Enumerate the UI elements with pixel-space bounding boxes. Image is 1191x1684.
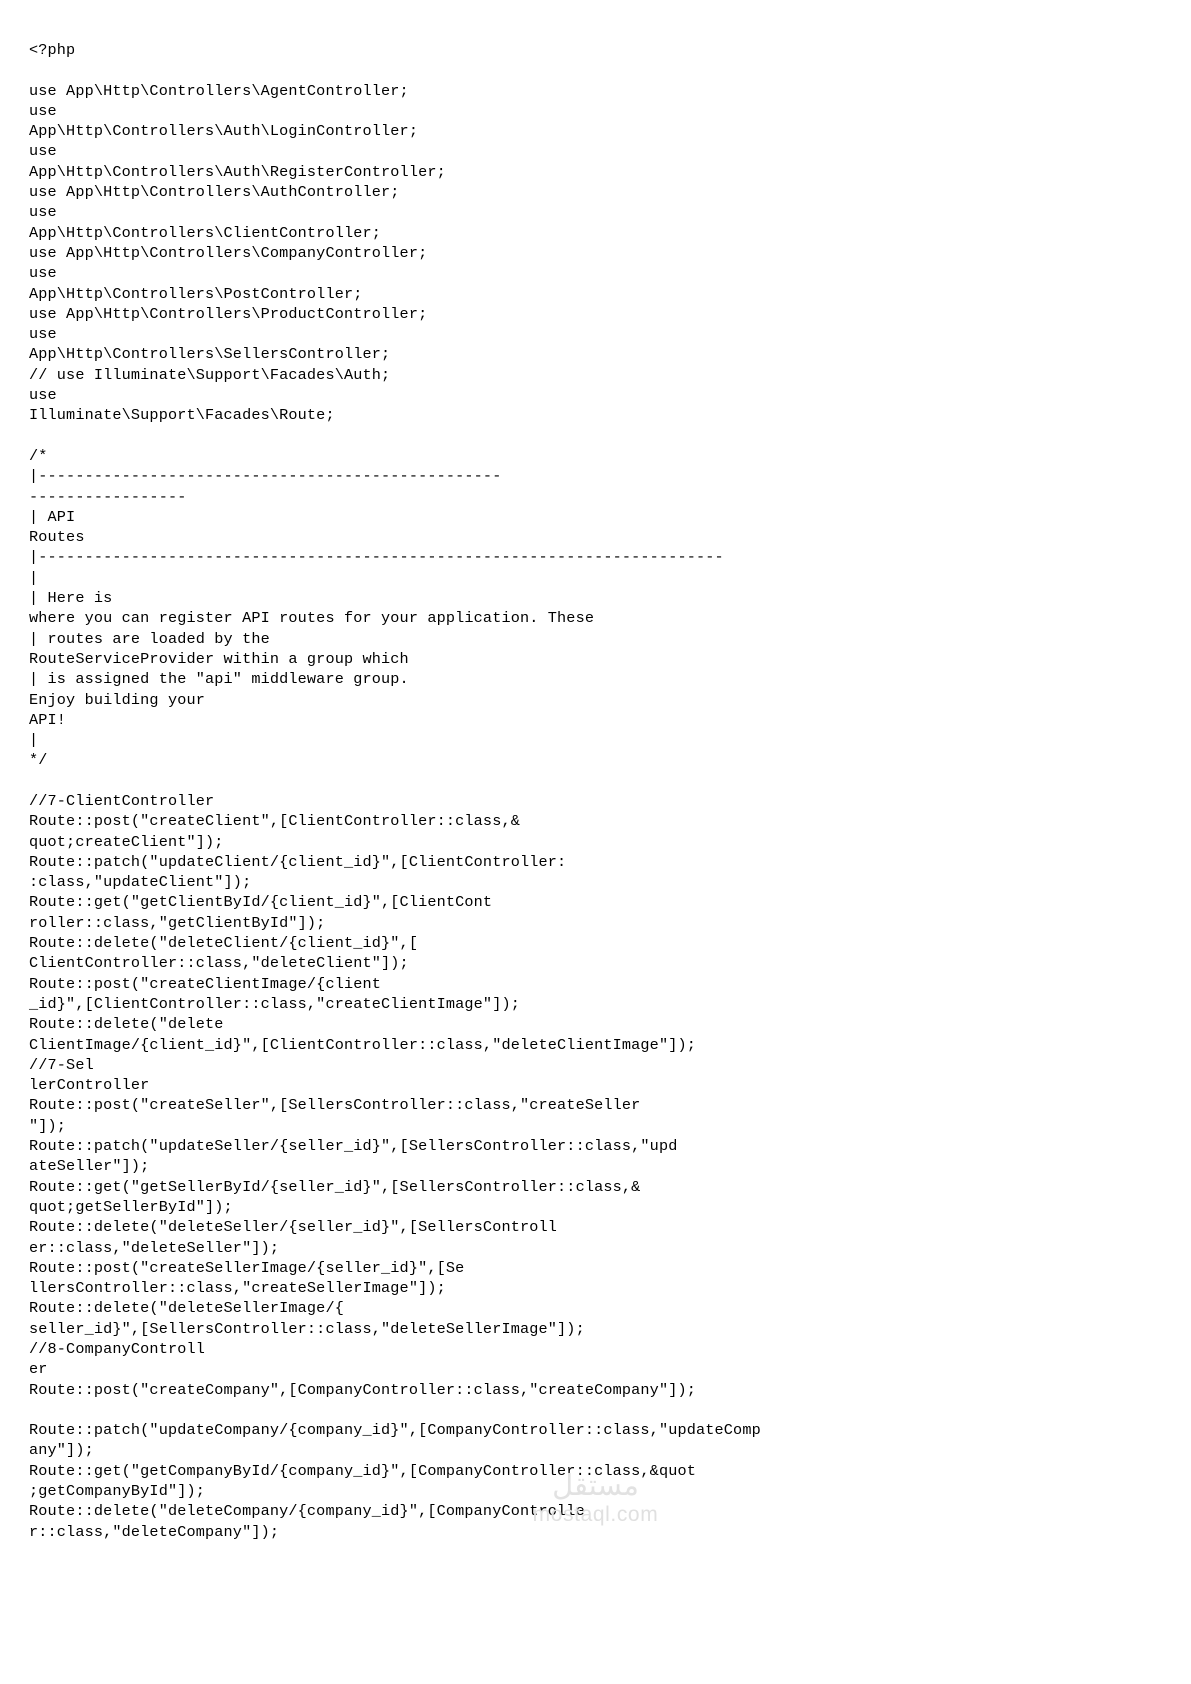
- code-line: Route::post("createClientImage/{client: [29, 974, 382, 993]
- code-line: | Here is: [29, 589, 113, 608]
- code-line: //8-CompanyControll: [29, 1340, 206, 1358]
- code-line: Route::get("getClientById/{client_id}",[…: [29, 893, 493, 912]
- code-line: | routes are loaded by the: [29, 629, 270, 648]
- code-line: Route::delete("deleteSellerImage/{: [29, 1299, 344, 1318]
- code-line: ateSeller"]);: [29, 1157, 150, 1176]
- code-line: Route::get("getCompanyById/{company_id}"…: [29, 1461, 697, 1480]
- code-line: Route::patch("updateSeller/{seller_id}",…: [29, 1137, 678, 1156]
- code-line: use App\Http\Controllers\AuthController;: [29, 183, 400, 202]
- code-line: Route::post("createSeller",[SellersContr…: [29, 1096, 641, 1115]
- code-line: Route::delete("delete: [29, 1015, 224, 1034]
- code-line: ;getCompanyById"]);: [29, 1482, 206, 1501]
- code-line: use App\Http\Controllers\CompanyControll…: [29, 243, 428, 262]
- code-line: <?php: [29, 41, 76, 59]
- code-line: Route::get("getSellerById/{seller_id}",[…: [29, 1177, 641, 1196]
- code-listing: <?php use App\Http\Controllers\AgentContr…: [29, 40, 1139, 1542]
- code-line: App\Http\Controllers\ClientController;: [29, 223, 382, 242]
- code-line: quot;createClient"]);: [29, 832, 224, 851]
- code-line: _id}",[ClientController::class,"createCl…: [29, 994, 520, 1013]
- code-line: use: [29, 203, 57, 222]
- code-line: Route::delete("deleteCompany/{company_id…: [29, 1502, 585, 1521]
- code-line: App\Http\Controllers\PostController;: [29, 284, 363, 303]
- code-line: use App\Http\Controllers\AgentController…: [29, 81, 409, 100]
- code-line: | API: [29, 507, 76, 526]
- code-line: use: [29, 142, 57, 161]
- code-line: App\Http\Controllers\Auth\RegisterContro…: [29, 162, 446, 181]
- code-line: App\Http\Controllers\SellersController;: [29, 345, 391, 364]
- code-line: er: [29, 1360, 48, 1379]
- code-line: Route::delete("deleteClient/{client_id}"…: [29, 934, 419, 953]
- code-line: RouteServiceProvider within a group whic…: [29, 649, 409, 668]
- code-line: where you can register API routes for yo…: [29, 609, 595, 628]
- code-line: use: [29, 264, 57, 283]
- code-line: |---------------------------------------…: [29, 548, 724, 567]
- code-line: Route::patch("updateClient/{client_id}",…: [29, 852, 567, 871]
- code-line: any"]);: [29, 1441, 94, 1460]
- code-line: llersController::class,"createSellerImag…: [29, 1279, 446, 1298]
- code-line: Route::post("createSellerImage/{seller_i…: [29, 1258, 465, 1277]
- code-line: // use Illuminate\Support\Facades\Auth;: [29, 365, 391, 384]
- code-line: er::class,"deleteSeller"]);: [29, 1238, 280, 1257]
- code-line: API!: [29, 710, 67, 729]
- code-line: Enjoy building your: [29, 690, 206, 709]
- code-line: quot;getSellerById"]);: [29, 1197, 233, 1216]
- code-line: Routes: [29, 528, 85, 547]
- code-line: //7-ClientController: [29, 791, 215, 810]
- code-line: Illuminate\Support\Facades\Route;: [29, 406, 335, 425]
- code-line: ClientController::class,"deleteClient"])…: [29, 954, 409, 973]
- document-page: <?php use App\Http\Controllers\AgentContr…: [0, 0, 1191, 1684]
- code-line: :class,"updateClient"]);: [29, 873, 252, 892]
- code-line: Route::delete("deleteSeller/{seller_id}"…: [29, 1218, 558, 1237]
- code-line: |: [29, 568, 39, 587]
- code-line: seller_id}",[SellersController::class,"d…: [29, 1319, 585, 1338]
- code-line: -----------------: [29, 487, 187, 506]
- code-line: /*: [29, 446, 48, 465]
- code-line: Route::patch("updateCompany/{company_id}…: [29, 1421, 761, 1440]
- code-line: | is assigned the "api" middleware group…: [29, 670, 409, 689]
- code-line: |: [29, 731, 39, 750]
- code-line: |---------------------------------------…: [29, 467, 502, 486]
- code-line: use App\Http\Controllers\ProductControll…: [29, 304, 428, 323]
- code-line: use: [29, 325, 57, 344]
- code-line: ClientImage/{client_id}",[ClientControll…: [29, 1035, 697, 1054]
- code-line: "]);: [29, 1116, 67, 1135]
- code-line: App\Http\Controllers\Auth\LoginControlle…: [29, 122, 419, 141]
- code-line: Route::post("createClient",[ClientContro…: [29, 812, 520, 831]
- code-line: use: [29, 386, 57, 405]
- code-line: Route::post("createCompany",[CompanyCont…: [29, 1380, 697, 1399]
- code-line: use: [29, 101, 57, 120]
- code-line: //7-Sel: [29, 1055, 94, 1074]
- code-line: */: [29, 751, 48, 770]
- code-line: lerController: [29, 1076, 150, 1095]
- code-line: r::class,"deleteCompany"]);: [29, 1522, 280, 1541]
- code-line: roller::class,"getClientById"]);: [29, 913, 326, 932]
